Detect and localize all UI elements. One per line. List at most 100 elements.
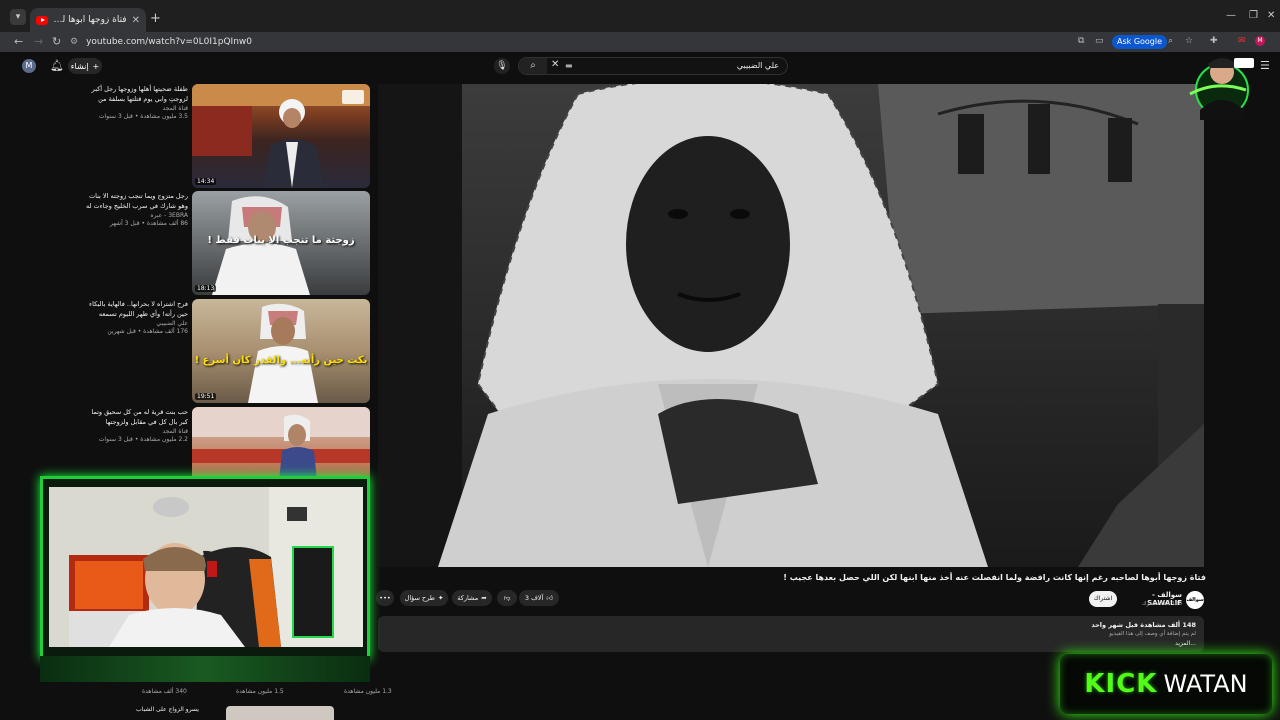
- sparkle-icon: ✦: [437, 594, 444, 602]
- video-duration: 18:13: [195, 285, 217, 292]
- kick-watan-badge: KICK WATAN: [1060, 654, 1272, 714]
- recommendation-meta: حب بنت قرية له من كل سحيق وتما كبر بال ك…: [86, 407, 188, 443]
- ask-google-button[interactable]: Ask Google: [1112, 35, 1168, 49]
- streamer-logo-art: [1189, 58, 1254, 120]
- extensions-icon[interactable]: ✚: [1210, 36, 1218, 46]
- recommendation-channel[interactable]: 3EBRA - عبره: [86, 212, 188, 219]
- create-label: إنشاء: [70, 61, 89, 71]
- video-duration: 19:51: [195, 393, 217, 400]
- menu-icon[interactable]: ☰: [1260, 59, 1270, 72]
- thumbs-down-icon: 👎︎: [503, 594, 511, 602]
- recommendation-meta: طفلة ضحيتها أهلها وزوجها رجل أكبر لزوجتِ…: [86, 84, 188, 120]
- show-more-link[interactable]: ...المزيد: [1175, 640, 1196, 647]
- webcam-scene: [49, 487, 363, 647]
- recommendation-stats: 2.2 مليون مشاهدة • قبل 3 سنوات: [98, 436, 188, 443]
- recommendation-meta: رجل متزوج ويما تنجب زوجته الا بنات وهو ش…: [86, 191, 188, 227]
- youtube-favicon-icon: [36, 15, 48, 25]
- streamer-logo: [1186, 50, 1256, 124]
- thumbnail-caption: بكت حين رأته... والقدر كان أسرع !: [194, 355, 368, 366]
- maximize-icon[interactable]: ❐: [1249, 10, 1258, 21]
- subscriber-count: 186 ألف مشترك: [1142, 601, 1182, 607]
- recommendation-title[interactable]: رجل متزوج ويما تنجب زوجته الا بنات وهو ش…: [86, 191, 188, 211]
- forward-icon[interactable]: →: [34, 35, 43, 48]
- video-frame: [378, 84, 1204, 567]
- create-button[interactable]: إنشاء +: [68, 58, 102, 74]
- recommendation-stats: 340 ألف مشاهدة: [142, 688, 187, 695]
- recommendation-channel[interactable]: قناة المجد: [86, 105, 188, 112]
- video-title: فتاة زوجها أبوها لصاحبه رغم إنها كانت را…: [783, 573, 1206, 582]
- recommendation-thumbnail[interactable]: 14:34: [192, 84, 370, 188]
- browser-tab-bar: ▾ فتاة زوجها أبوها لصاحبه رغم ... ✕ + — …: [0, 0, 1280, 32]
- like-button[interactable]: 3 آلاف 👍︎: [519, 590, 559, 606]
- search-box[interactable]: ⌕ ✕ ▬ علي الضبيبي: [518, 57, 788, 75]
- video-duration: 14:34: [195, 178, 217, 185]
- url-field[interactable]: ⚙ youtube.com/watch?v=0L0I1pQInw0: [70, 34, 1070, 50]
- tab-title: فتاة زوجها أبوها لصاحبه رغم ...: [53, 15, 127, 25]
- tab-search-button[interactable]: ▾: [10, 9, 26, 25]
- description-box[interactable]: 148 ألف مشاهدة قبل شهر واحد لم يتم إضافة…: [378, 616, 1204, 652]
- recommendation-channel[interactable]: قناة المجد: [86, 428, 188, 435]
- kick-logo-text: KICK: [1084, 669, 1158, 699]
- address-bar-row: ← → ↻ ⚙ youtube.com/watch?v=0L0I1pQInw0 …: [0, 32, 1280, 52]
- watan-text: WATAN: [1163, 670, 1248, 698]
- share-icon: ➦: [481, 594, 487, 602]
- youtube-header: M 🔔︎ إنشاء + 🎙︎ ⌕ ✕ ▬ علي الضبيبي ☰: [0, 52, 1280, 80]
- channel-logo[interactable]: سوالف: [1186, 591, 1204, 609]
- recommendation-stats: 176 ألف مشاهدة • قبل شهرين: [107, 328, 188, 335]
- browser-tab[interactable]: فتاة زوجها أبوها لصاحبه رغم ... ✕: [30, 8, 146, 32]
- search-icon[interactable]: ⌕: [519, 58, 547, 74]
- recommendation-title[interactable]: حب بنت قرية له من كل سحيق وتما كبر بال ك…: [86, 407, 188, 427]
- video-player[interactable]: [378, 84, 1204, 567]
- recommendation-title[interactable]: يسرو الزواج على الشباب: [136, 706, 199, 713]
- tab-close-icon[interactable]: ✕: [132, 15, 140, 26]
- close-window-icon[interactable]: ✕: [1267, 10, 1275, 21]
- dislike-button[interactable]: 👎︎: [497, 590, 517, 606]
- back-icon[interactable]: ←: [14, 35, 23, 48]
- profile-avatar[interactable]: M: [1255, 36, 1265, 46]
- recommendation-item[interactable]: رجل متزوج ويما تنجب زوجته الا بنات وهو ش…: [86, 191, 370, 295]
- recommendation-item[interactable]: طفلة ضحيتها أهلها وزوجها رجل أكبر لزوجتِ…: [86, 84, 370, 188]
- views-and-date: 148 ألف مشاهدة قبل شهر واحد: [1091, 621, 1196, 629]
- recommendation-item[interactable]: فرح اشتراه لا بحرانها.. فالهاية بالبكاء …: [86, 299, 370, 403]
- ask-label: طرح سؤال: [404, 594, 435, 602]
- share-label: مشاركة: [457, 594, 479, 602]
- search-input[interactable]: علي الضبيبي: [737, 61, 779, 70]
- minimize-icon[interactable]: —: [1226, 10, 1236, 21]
- voice-search-mic-icon[interactable]: 🎙︎: [494, 58, 510, 74]
- plus-icon: +: [92, 61, 100, 71]
- zoom-icon[interactable]: ⌕: [1168, 36, 1173, 46]
- share-button[interactable]: مشاركة ➦: [452, 590, 492, 606]
- account-avatar[interactable]: M: [22, 59, 36, 73]
- webcam-overlay: [40, 476, 370, 660]
- ask-question-button[interactable]: طرح سؤال ✦: [400, 590, 448, 606]
- cast-icon[interactable]: ▭: [1095, 36, 1104, 46]
- recommendation-channel[interactable]: علي الضبيبي: [86, 320, 188, 327]
- thumbnail-caption: زوجتة ما تنجب الا بنات فقط !: [207, 235, 355, 246]
- url-text: youtube.com/watch?v=0L0I1pQInw0: [86, 37, 253, 47]
- recommendation-thumbnail[interactable]: بكت حين رأته... والقدر كان أسرع ! 19:51: [192, 299, 370, 403]
- site-info-icon[interactable]: ⚙: [70, 37, 78, 47]
- recommendation-stats: 3.5 مليون مشاهدة • قبل 3 سنوات: [98, 113, 188, 120]
- notifications-bell-icon[interactable]: 🔔︎: [50, 59, 64, 72]
- reload-icon[interactable]: ↻: [52, 35, 61, 48]
- thumbnail-scene: [248, 303, 318, 403]
- keyboard-icon[interactable]: ▬: [565, 61, 573, 70]
- recommendation-thumbnail[interactable]: [226, 706, 334, 720]
- recommendation-title[interactable]: فرح اشتراه لا بحرانها.. فالهاية بالبكاء …: [86, 299, 188, 319]
- bookmark-star-icon[interactable]: ☆: [1185, 36, 1193, 46]
- more-actions-button[interactable]: •••: [376, 590, 394, 606]
- recommendation-title[interactable]: طفلة ضحيتها أهلها وزوجها رجل أكبر لزوجتِ…: [86, 84, 188, 104]
- recommendation-thumbnail[interactable]: زوجتة ما تنجب الا بنات فقط ! 18:13: [192, 191, 370, 295]
- webcam-caption-strip: [40, 656, 370, 682]
- new-tab-button[interactable]: +: [150, 11, 161, 26]
- likes-count: 3 آلاف: [524, 594, 544, 602]
- recommendation-stats: 1.3 مليون مشاهدة: [344, 688, 392, 695]
- description-text: لم يتم إضافة أي وصف إلى هذا الفيديو: [1109, 631, 1196, 637]
- clear-search-icon[interactable]: ✕: [551, 59, 559, 70]
- gmail-icon[interactable]: ✉: [1238, 36, 1246, 46]
- thumbnail-scene: [192, 84, 370, 188]
- subscribe-button[interactable]: اشتراك: [1089, 591, 1117, 607]
- recommendation-stats: 86 ألف مشاهدة • قبل 3 أشهر: [109, 220, 188, 227]
- translate-icon[interactable]: ⧉: [1078, 36, 1084, 46]
- recommendation-meta: فرح اشتراه لا بحرانها.. فالهاية بالبكاء …: [86, 299, 188, 335]
